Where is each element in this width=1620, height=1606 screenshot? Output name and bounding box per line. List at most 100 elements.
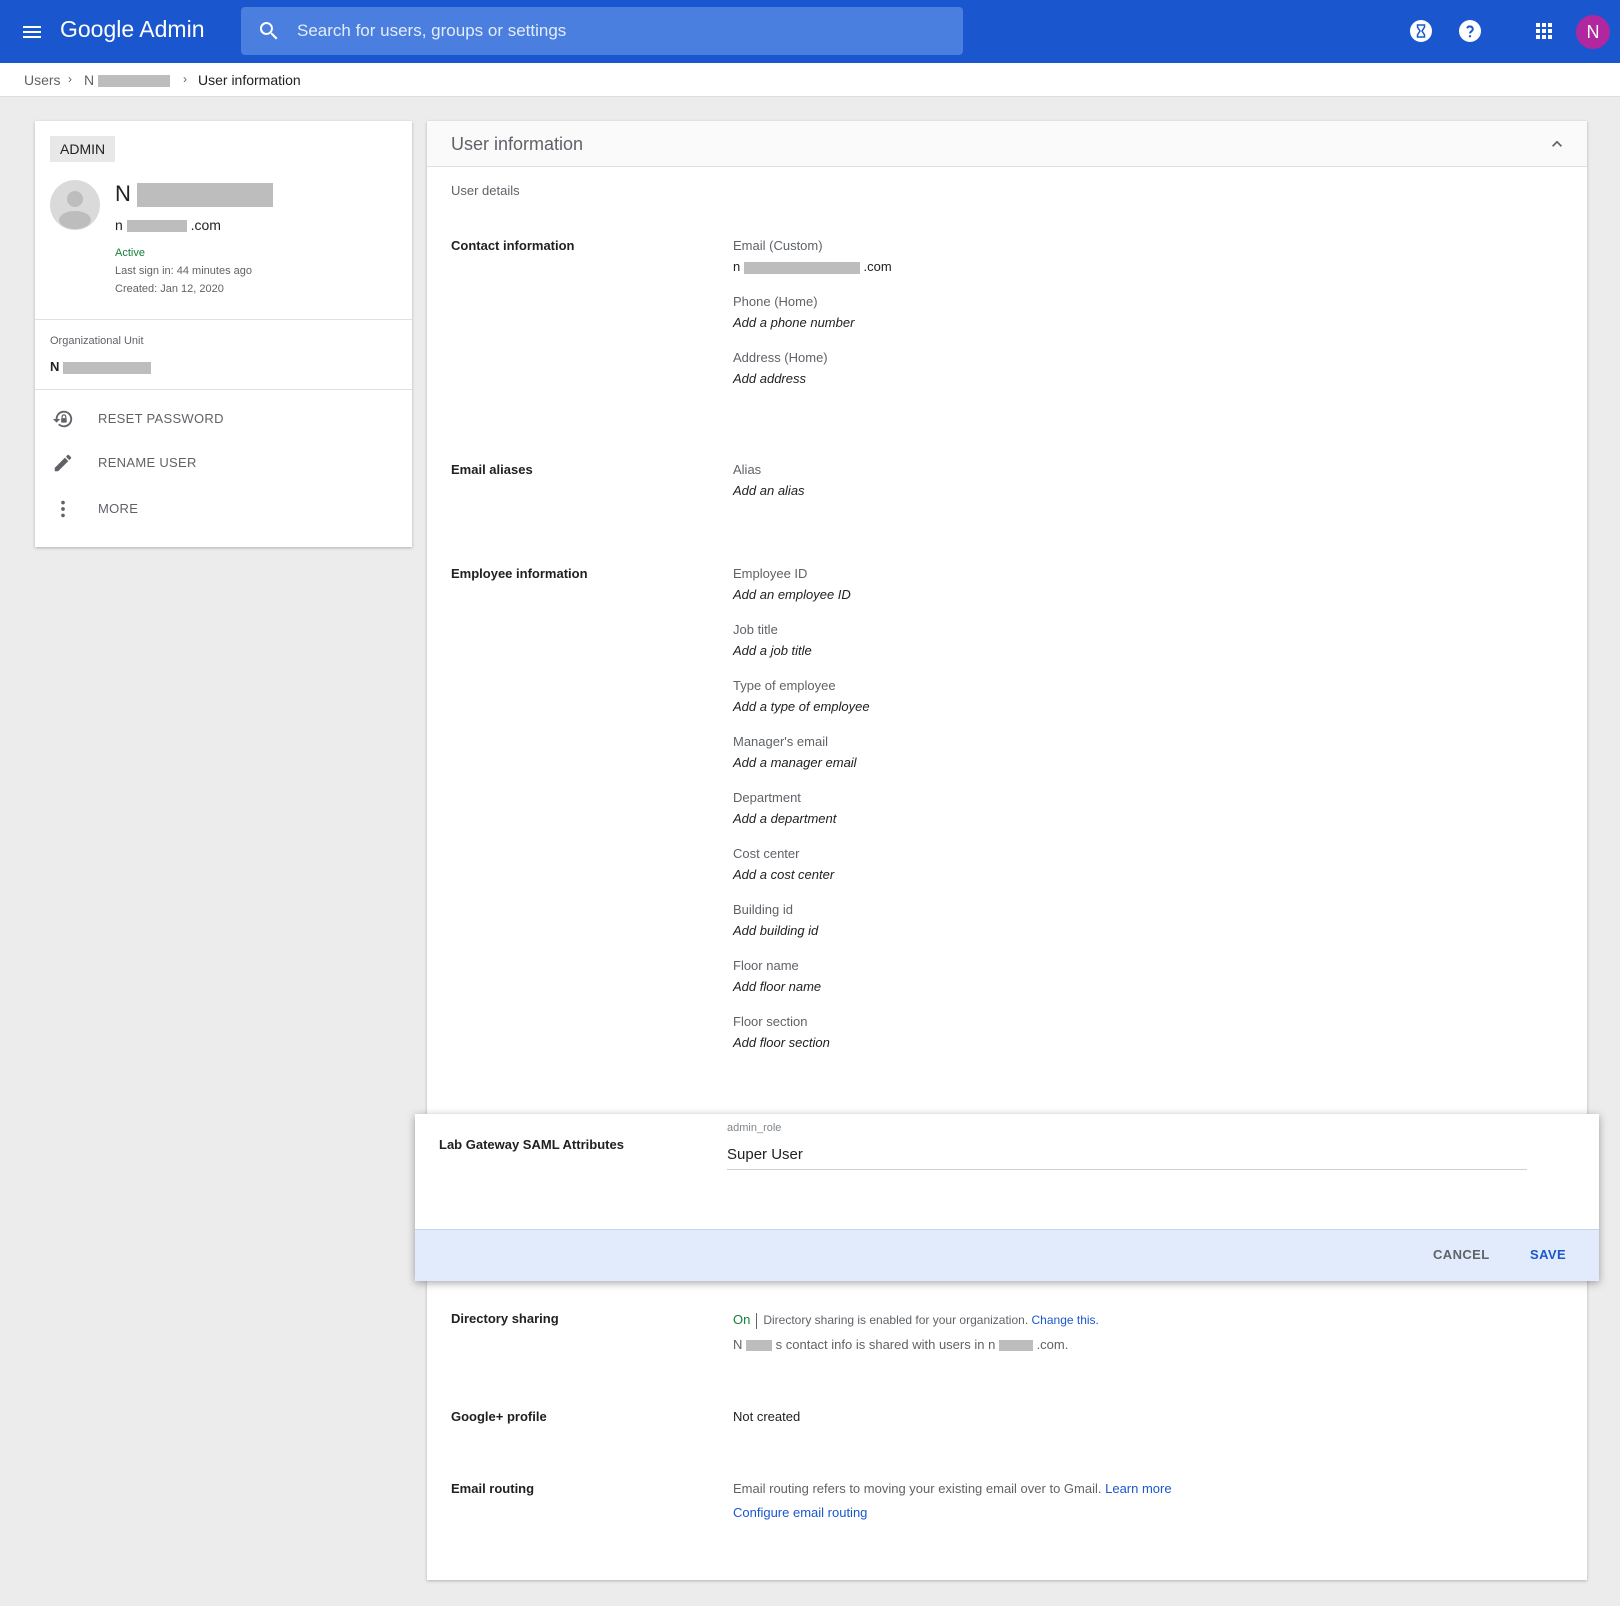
google-plus-value: Not created xyxy=(733,1409,801,1424)
apps-grid-icon[interactable] xyxy=(1532,19,1556,43)
page-title: User information xyxy=(451,134,584,154)
redacted-block xyxy=(743,261,860,274)
building-id-label: Building id xyxy=(733,902,793,917)
divider xyxy=(756,1312,758,1329)
redacted-block xyxy=(98,75,171,88)
add-manager-email-link[interactable]: Add a manager email xyxy=(733,755,857,770)
help-icon[interactable] xyxy=(1458,19,1482,43)
add-floor-name-link[interactable]: Add floor name xyxy=(733,979,821,994)
add-cost-center-link[interactable]: Add a cost center xyxy=(733,867,834,882)
more-vert-icon xyxy=(61,500,65,518)
breadcrumb-user[interactable]: N xyxy=(84,72,171,88)
rename-user-button[interactable]: RENAME USER xyxy=(50,449,390,479)
account-avatar[interactable]: N xyxy=(1576,15,1610,49)
shared-suffix: .com. xyxy=(1036,1337,1069,1352)
brand-google: Google xyxy=(60,16,135,42)
add-employee-id-link[interactable]: Add an employee ID xyxy=(733,587,851,602)
status-active: Active xyxy=(115,247,145,259)
reset-password-label: RESET PASSWORD xyxy=(98,411,224,426)
learn-more-link[interactable]: Learn more xyxy=(1105,1481,1171,1496)
status-on: On xyxy=(733,1312,751,1327)
google-admin-logo[interactable]: Google Admin xyxy=(60,16,205,43)
shared-prefix: N xyxy=(733,1337,743,1352)
configure-email-routing-link[interactable]: Configure email routing xyxy=(733,1505,867,1520)
add-department-link[interactable]: Add a department xyxy=(733,811,836,826)
employee-information-label: Employee information xyxy=(451,566,588,581)
user-profile-card: ADMIN N n .com Active Last sign in: 44 m… xyxy=(35,121,412,547)
phone-label: Phone (Home) xyxy=(733,294,818,309)
search-bar xyxy=(241,7,963,55)
email-routing-description: Email routing refers to moving your exis… xyxy=(733,1481,1172,1496)
directory-sharing-label: Directory sharing xyxy=(451,1311,559,1326)
admin-role-input[interactable] xyxy=(727,1140,1527,1170)
email-value: n .com xyxy=(733,259,892,274)
user-details-subhead: User details xyxy=(451,183,520,198)
cost-center-label: Cost center xyxy=(733,846,800,861)
directory-sharing-description: Directory sharing is enabled for your or… xyxy=(763,1313,1029,1327)
directory-sharing-status: On Directory sharing is enabled for your … xyxy=(733,1312,1099,1329)
divider xyxy=(35,389,412,390)
department-label: Department xyxy=(733,790,801,805)
manager-email-label: Manager's email xyxy=(733,734,828,749)
hourglass-icon[interactable] xyxy=(1409,19,1433,43)
hamburger-menu-icon[interactable] xyxy=(20,20,44,44)
chevron-right-icon: › xyxy=(68,72,72,86)
add-address-link[interactable]: Add address xyxy=(733,371,806,386)
employee-id-label: Employee ID xyxy=(733,566,808,581)
more-button[interactable]: MORE xyxy=(50,495,390,525)
person-icon xyxy=(59,191,91,229)
top-app-bar: Google Admin N xyxy=(0,0,1620,63)
user-information-card: User information User details Contact in… xyxy=(427,121,1587,1580)
org-unit-value[interactable]: N xyxy=(50,359,152,374)
email-prefix: n xyxy=(733,259,741,274)
user-email: n .com xyxy=(115,217,221,233)
cancel-button[interactable]: CANCEL xyxy=(1433,1247,1490,1262)
address-label: Address (Home) xyxy=(733,350,828,365)
saml-attributes-editor: Lab Gateway SAML Attributes admin_role C… xyxy=(415,1114,1599,1281)
add-phone-link[interactable]: Add a phone number xyxy=(733,315,854,330)
redacted-block xyxy=(63,361,152,374)
email-aliases-label: Email aliases xyxy=(451,462,533,477)
alias-label: Alias xyxy=(733,462,762,477)
saml-attributes-label: Lab Gateway SAML Attributes xyxy=(439,1137,624,1152)
breadcrumb: Users › N › User information xyxy=(0,63,1620,97)
user-name-initial: N xyxy=(115,181,131,206)
redacted-block xyxy=(137,183,274,208)
change-this-link[interactable]: Change this. xyxy=(1032,1313,1099,1327)
user-email-suffix: .com xyxy=(190,217,221,233)
add-building-id-link[interactable]: Add building id xyxy=(733,923,818,938)
email-routing-text: Email routing refers to moving your exis… xyxy=(733,1481,1102,1496)
search-input[interactable] xyxy=(297,7,947,55)
email-label: Email (Custom) xyxy=(733,238,823,253)
user-email-prefix: n xyxy=(115,217,123,233)
redacted-block xyxy=(126,220,187,233)
email-suffix: .com xyxy=(863,259,892,274)
breadcrumb-current: User information xyxy=(198,72,301,88)
org-unit-initial: N xyxy=(50,359,60,374)
save-button[interactable]: SAVE xyxy=(1530,1247,1566,1262)
add-job-title-link[interactable]: Add a job title xyxy=(733,643,812,658)
divider xyxy=(35,319,412,320)
search-icon[interactable] xyxy=(257,19,281,43)
shared-middle: s contact info is shared with users in n xyxy=(775,1337,996,1352)
admin-badge: ADMIN xyxy=(50,136,116,162)
add-floor-section-link[interactable]: Add floor section xyxy=(733,1035,830,1050)
breadcrumb-user-initial: N xyxy=(84,72,95,88)
add-employee-type-link[interactable]: Add a type of employee xyxy=(733,699,870,714)
user-name: N xyxy=(115,181,274,208)
more-label: MORE xyxy=(98,501,139,516)
job-title-label: Job title xyxy=(733,622,778,637)
redacted-block xyxy=(746,1340,773,1352)
user-information-header[interactable]: User information xyxy=(427,121,1587,167)
google-plus-label: Google+ profile xyxy=(451,1409,547,1424)
user-avatar xyxy=(50,180,100,230)
contact-information-label: Contact information xyxy=(451,238,575,253)
reset-password-button[interactable]: RESET PASSWORD xyxy=(50,405,390,435)
admin-role-label: admin_role xyxy=(727,1122,782,1134)
breadcrumb-users[interactable]: Users xyxy=(24,72,61,88)
pencil-icon xyxy=(54,454,72,472)
add-alias-link[interactable]: Add an alias xyxy=(733,483,805,498)
chevron-up-icon[interactable] xyxy=(1547,134,1567,154)
last-sign-in: Last sign in: 44 minutes ago xyxy=(115,265,252,277)
employee-type-label: Type of employee xyxy=(733,678,836,693)
